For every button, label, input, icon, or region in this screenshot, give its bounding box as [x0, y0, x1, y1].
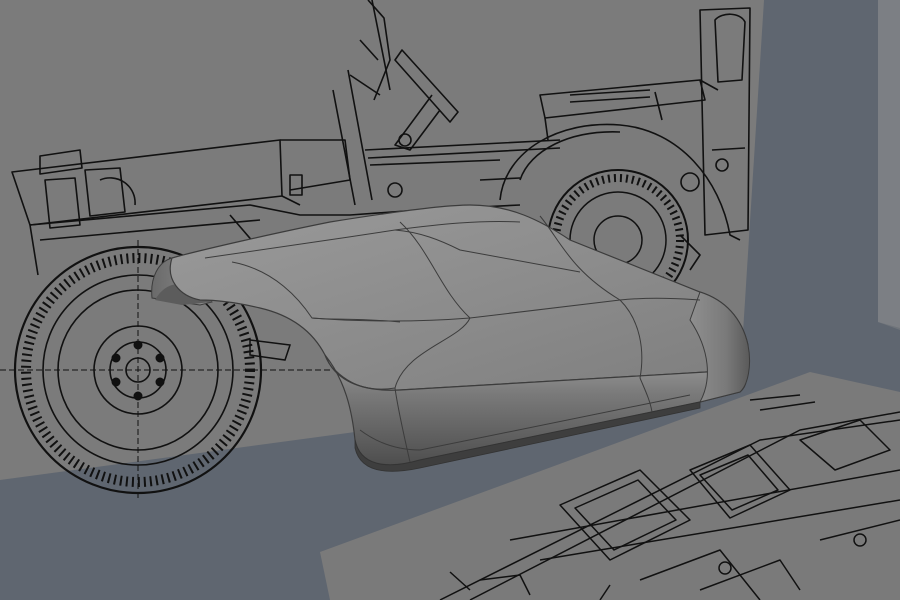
3d-viewport[interactable] — [0, 0, 900, 600]
side-image-plane-edge — [878, 0, 900, 328]
viewport-canvas — [0, 0, 900, 600]
